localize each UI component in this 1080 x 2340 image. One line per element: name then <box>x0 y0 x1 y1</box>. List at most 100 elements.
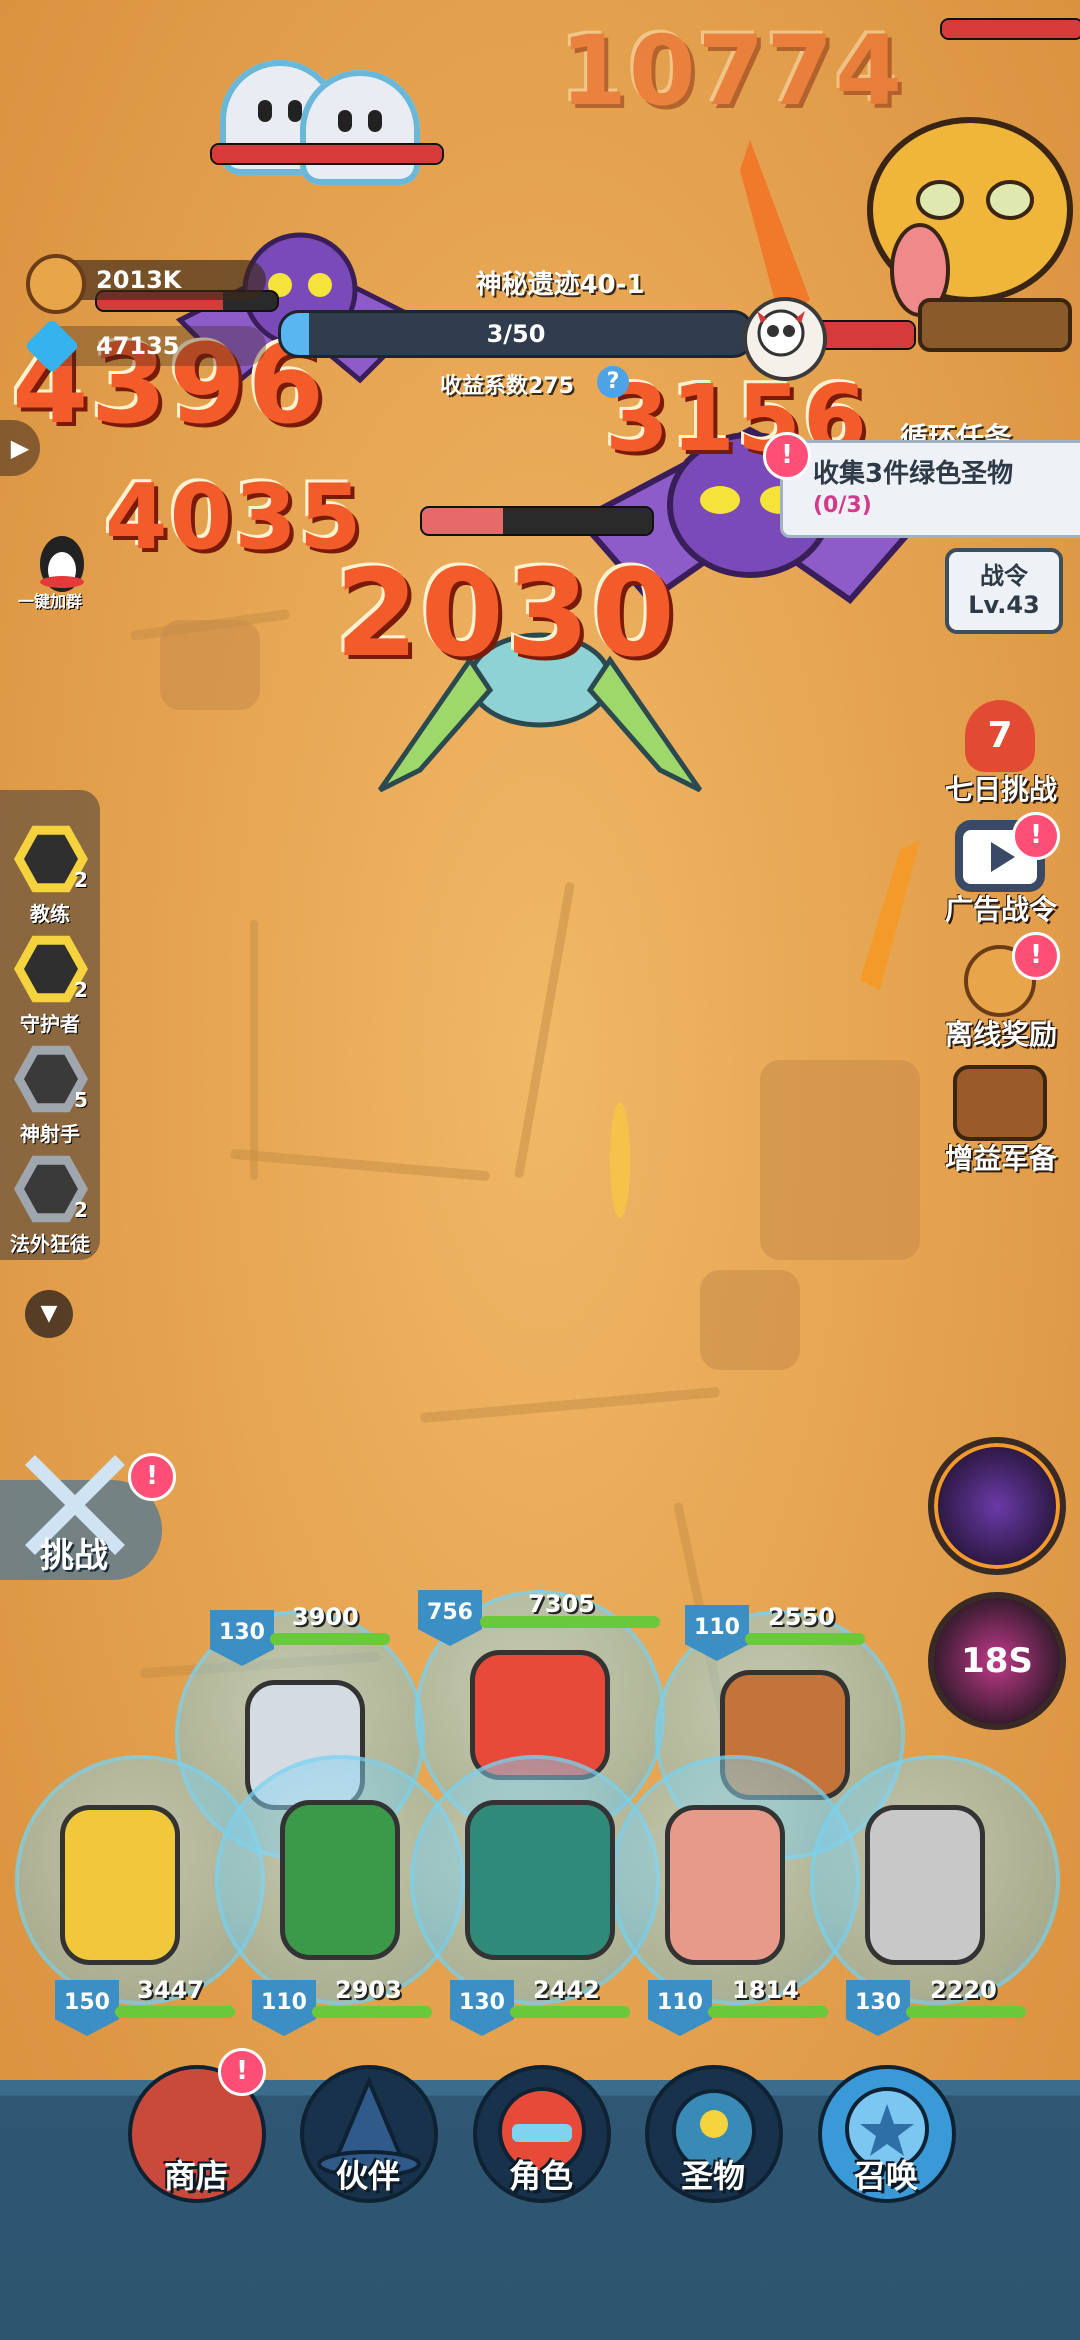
rock-patch <box>700 1270 800 1370</box>
ground-crack <box>514 881 575 1179</box>
hero-skill-button[interactable] <box>928 1437 1066 1575</box>
wave-progress-text: 3/50 <box>486 320 546 348</box>
enemy-hp-bar <box>210 143 444 165</box>
gem-counter[interactable]: 47135 <box>24 318 266 374</box>
nav-character-label: 角色 <box>508 2157 573 2195</box>
boss-wave-bar <box>812 320 916 350</box>
quest-progress: (0/3) <box>813 493 872 518</box>
medal-7-icon: 7 <box>965 700 1035 772</box>
blonde-gunner-hero[interactable] <box>60 1805 180 1965</box>
income-multiplier: 收益系数275 <box>440 374 574 399</box>
shield-icon <box>24 944 78 994</box>
boost-armory-label: 增益军备 <box>945 1142 1058 1175</box>
battle-pass-label: 战令 <box>980 562 1028 590</box>
treasure-chest-icon <box>953 1065 1047 1141</box>
hero-hp-bar <box>480 1616 660 1628</box>
outlaw-label: 法外狂徒 <box>10 1232 90 1256</box>
nav-summon[interactable]: 召唤 <box>818 2065 956 2203</box>
cap-gunner-hero[interactable] <box>865 1805 985 1965</box>
hero-level: 110 <box>252 1980 316 2036</box>
hero-hp-value: 2442 <box>533 1976 600 2004</box>
hero-hp-bar <box>708 2006 828 2018</box>
quest-task: 收集3件绿色圣物 <box>813 459 1014 489</box>
hero-level: 130 <box>450 1980 514 2036</box>
nav-relics-label: 圣物 <box>680 2157 745 2195</box>
ground-crack <box>250 920 258 1180</box>
hero-hp-value: 2220 <box>930 1976 997 2004</box>
coach-count: 2 <box>74 868 88 892</box>
hero-hp-value: 2903 <box>335 1976 402 2004</box>
dumbbell-icon <box>24 834 78 884</box>
challenge-label: 挑战 <box>40 1536 108 1576</box>
coach-label: 教练 <box>30 902 70 926</box>
fire-projectile <box>860 840 920 990</box>
hero-hp-bar <box>745 1633 865 1645</box>
chevron-down-icon[interactable]: ▼ <box>25 1290 73 1338</box>
hero-hp-value: 3447 <box>137 1976 204 2004</box>
hero-hp-bar <box>270 1633 390 1645</box>
outlaw-count: 2 <box>74 1198 88 1222</box>
paw-coin-icon <box>26 254 86 314</box>
nav-partners-label: 伙伴 <box>335 2157 400 2195</box>
marksman-label: 神射手 <box>20 1122 80 1146</box>
nav-shop-label: 商店 <box>163 2157 228 2195</box>
ad-pass-alert-badge: ! <box>1012 812 1060 860</box>
rock-patch <box>760 1060 920 1260</box>
hero-hp-value: 3900 <box>292 1603 359 1631</box>
ad-battle-pass-label: 广告战令 <box>945 893 1058 926</box>
hero-hp-value: 1814 <box>732 1976 799 2004</box>
hero-level: 130 <box>846 1980 910 2036</box>
pink-rifle-hero[interactable] <box>665 1805 785 1965</box>
ground-crack <box>230 1148 490 1182</box>
ghost-enemy <box>300 70 420 185</box>
hero-hp-bar <box>906 2006 1026 2018</box>
hero-hp-bar <box>115 2006 235 2018</box>
damage-number: 2030 <box>335 545 677 684</box>
stage-title: 神秘遗迹40-1 <box>475 270 645 300</box>
crosshair-icon <box>24 1054 78 1104</box>
hero-hp-value: 7305 <box>528 1590 595 1618</box>
seven-day-challenge-button[interactable]: 7 七日挑战 <box>945 700 1058 808</box>
skill-cooldown-button[interactable]: 18S <box>928 1592 1066 1730</box>
help-icon[interactable]: ? <box>597 366 629 398</box>
coin-counter[interactable]: 2013K <box>26 254 266 314</box>
hero-hp-value: 2550 <box>768 1603 835 1631</box>
qq-penguin-icon[interactable] <box>30 530 94 596</box>
elf-archer-hero[interactable] <box>280 1800 400 1960</box>
guardian-label: 守护者 <box>20 1012 80 1036</box>
hero-level: 110 <box>648 1980 712 2036</box>
boss-hp-bar <box>940 18 1080 40</box>
battle-pass-level: Lv.43 <box>968 591 1040 619</box>
damage-number: 4035 <box>105 465 364 570</box>
offline-alert-badge: ! <box>1012 932 1060 980</box>
nav-partners[interactable]: 伙伴 <box>300 2065 438 2203</box>
gem-value: 47135 <box>96 332 180 360</box>
guardian-count: 2 <box>74 978 88 1002</box>
boost-armory-button[interactable]: 增益军备 <box>945 1065 1058 1177</box>
qq-group-label[interactable]: 一键加群 <box>18 588 118 612</box>
loop-quest-panel[interactable]: 收集3件绿色圣物 (0/3) <box>780 440 1080 538</box>
rock-patch <box>160 620 260 710</box>
ground-crack <box>420 1386 720 1424</box>
enemy-hp-bar <box>420 506 654 536</box>
shop-alert-badge: ! <box>218 2048 266 2096</box>
battle-pass-button[interactable]: 战令 Lv.43 <box>945 548 1063 634</box>
challenge-alert-badge: ! <box>128 1453 176 1501</box>
coin-value: 2013K <box>96 266 182 294</box>
nav-character[interactable]: 角色 <box>473 2065 611 2203</box>
bomb-icon <box>24 1164 78 1214</box>
hero-hp-bar <box>312 2006 432 2018</box>
fire-projectile <box>610 1102 630 1218</box>
seven-day-challenge-label: 七日挑战 <box>945 773 1058 806</box>
nav-relics[interactable]: 圣物 <box>645 2065 783 2203</box>
tank-gunner-hero[interactable] <box>465 1800 615 1960</box>
marksman-count: 5 <box>74 1088 88 1112</box>
damage-number: 10774 <box>560 15 904 127</box>
hero-level: 150 <box>55 1980 119 2036</box>
nav-summon-label: 召唤 <box>853 2157 918 2195</box>
hero-hp-bar <box>510 2006 630 2018</box>
offline-reward-label: 离线奖励 <box>945 1018 1058 1051</box>
wave-progress-bar: 3/50 <box>278 310 754 358</box>
skull-icon <box>743 297 827 381</box>
quest-alert-badge: ! <box>763 432 811 480</box>
